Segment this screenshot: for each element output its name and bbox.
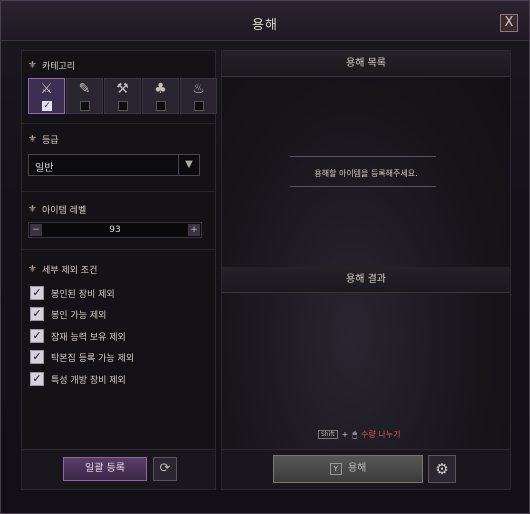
level-value: 93 xyxy=(109,225,121,235)
grade-title: 등급 xyxy=(41,136,59,146)
dissolve-label: 용해 xyxy=(347,463,367,474)
level-stepper[interactable]: − 93 + xyxy=(28,222,202,238)
check-icon[interactable]: ✓ xyxy=(30,350,44,364)
weapon-icon: ⚔ xyxy=(40,81,53,97)
category-title: 카테고리 xyxy=(41,62,76,72)
empty-list-hint: 용해할 아이템을 등록해주세요. xyxy=(314,169,418,178)
option-label: 특성 개방 장비 제외 xyxy=(51,375,126,386)
level-title: 아이템 레벨 xyxy=(41,206,87,216)
plus-sign: + xyxy=(341,430,349,439)
close-button[interactable]: X xyxy=(500,14,518,32)
option-label: 봉인 가능 제외 xyxy=(51,310,107,321)
category-section-title: ⚜ 카테고리 xyxy=(28,59,75,72)
y-key: Y xyxy=(329,463,342,475)
fleur-icon: ⚜ xyxy=(28,60,37,71)
divider xyxy=(22,249,215,250)
checkbox-empty xyxy=(156,101,166,111)
filter-title: 세부 제외 조건 xyxy=(41,266,98,276)
anvil-icon: ⚒ xyxy=(116,81,129,97)
chevron-down-icon[interactable]: ▼ xyxy=(178,155,199,175)
divider xyxy=(290,186,436,187)
category-pouch[interactable]: ♣ xyxy=(142,78,179,114)
checkbox-empty xyxy=(118,101,128,111)
option-label: 탁본집 등록 가능 제외 xyxy=(51,353,135,364)
dissolve-button[interactable]: Y 용해 xyxy=(273,455,423,483)
dissolve-window: 용해 X ⚜ 카테고리 ⚔ ✓ ✎ ⚒ ♣ ♨ ⚜ 등급 일반 ▼ ⚜ 아이템 … xyxy=(0,0,530,514)
divider xyxy=(290,156,436,157)
dissolve-panel: 용해 목록 용해할 아이템을 등록해주세요. 용해 결과 Shift + 🖱 수… xyxy=(221,50,511,490)
fleur-icon: ⚜ xyxy=(28,264,37,275)
flame-icon: ♨ xyxy=(192,81,205,97)
category-flame[interactable]: ♨ xyxy=(180,78,217,114)
category-anvil[interactable]: ⚒ xyxy=(104,78,141,114)
checkbox-empty xyxy=(194,101,204,111)
option-label: 봉인된 장비 제외 xyxy=(51,289,115,300)
check-icon: ✓ xyxy=(42,101,52,111)
mouse-icon: 🖱 xyxy=(352,429,358,439)
filter-section-title: ⚜ 세부 제외 조건 xyxy=(28,263,97,276)
option-label: 잠재 능력 보유 제외 xyxy=(51,332,126,343)
category-weapon[interactable]: ⚔ ✓ xyxy=(28,78,65,114)
option-sealable[interactable]: ✓ 봉인 가능 제외 xyxy=(30,307,106,321)
divider xyxy=(22,123,215,124)
pouch-icon: ♣ xyxy=(154,81,167,97)
result-area xyxy=(228,299,504,439)
title-bar: 용해 X xyxy=(1,1,529,41)
window-title: 용해 xyxy=(252,18,278,33)
option-rubbing[interactable]: ✓ 탁본집 등록 가능 제외 xyxy=(30,350,134,364)
feather-icon: ✎ xyxy=(78,81,91,97)
check-icon[interactable]: ✓ xyxy=(30,307,44,321)
grade-section-title: ⚜ 등급 xyxy=(28,133,59,146)
option-potential[interactable]: ✓ 잠재 능력 보유 제외 xyxy=(30,329,126,343)
checkbox-empty xyxy=(80,101,90,111)
grade-dropdown[interactable]: 일반 ▼ xyxy=(28,154,200,176)
option-trait[interactable]: ✓ 특성 개방 장비 제외 xyxy=(30,372,126,386)
check-icon[interactable]: ✓ xyxy=(30,329,44,343)
level-section-title: ⚜ 아이템 레벨 xyxy=(28,203,86,216)
increase-button[interactable]: + xyxy=(188,224,200,236)
gear-icon[interactable]: ⚙ xyxy=(428,455,456,483)
divider xyxy=(22,191,215,192)
fleur-icon: ⚜ xyxy=(28,134,37,145)
shift-key: Shift xyxy=(318,430,338,439)
category-feather[interactable]: ✎ xyxy=(66,78,103,114)
split-label: 수량 나누기 xyxy=(361,430,401,439)
list-header: 용해 목록 xyxy=(222,51,510,77)
refresh-icon[interactable]: ⟳ xyxy=(153,457,177,481)
category-list: ⚔ ✓ ✎ ⚒ ♣ ♨ xyxy=(28,78,217,114)
check-icon[interactable]: ✓ xyxy=(30,372,44,386)
register-all-button[interactable]: 일괄 등록 xyxy=(63,457,147,481)
check-icon[interactable]: ✓ xyxy=(30,286,44,300)
split-quantity-hint: Shift + 🖱 수량 나누기 xyxy=(318,429,401,440)
option-sealed[interactable]: ✓ 봉인된 장비 제외 xyxy=(30,286,115,300)
result-header: 용해 결과 xyxy=(222,267,510,293)
right-action-bar: Y 용해 ⚙ xyxy=(222,449,510,489)
fleur-icon: ⚜ xyxy=(28,204,37,215)
grade-value: 일반 xyxy=(35,163,54,174)
filter-panel: ⚜ 카테고리 ⚔ ✓ ✎ ⚒ ♣ ♨ ⚜ 등급 일반 ▼ ⚜ 아이템 레벨 − … xyxy=(21,50,217,490)
left-action-bar: 일괄 등록 ⟳ xyxy=(22,449,215,489)
